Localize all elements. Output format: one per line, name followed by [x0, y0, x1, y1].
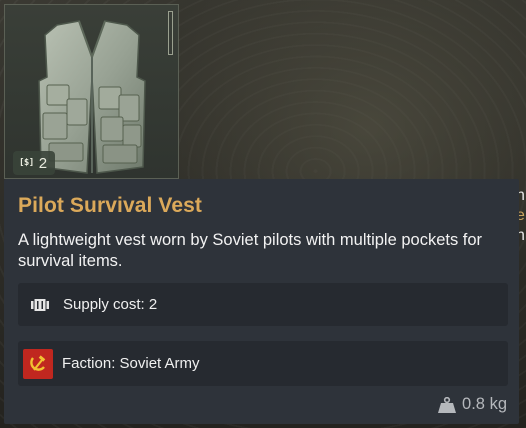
weight-indicator: 0.8 kg [438, 395, 507, 414]
slot-scrollbar[interactable] [168, 11, 173, 55]
slot-cost-value: 2 [38, 154, 48, 172]
supply-crate-icon [31, 298, 49, 311]
weight-icon [438, 396, 457, 413]
item-description: A lightweight vest worn by Soviet pilots… [18, 231, 483, 270]
weight-value: 0.8 kg [462, 395, 507, 413]
supply-crate-icon: [$] [19, 158, 34, 168]
supply-cost-row: Supply cost: 2 [18, 283, 508, 326]
faction-row: Faction: Soviet Army [18, 341, 508, 386]
item-slot[interactable]: [$] 2 [4, 4, 179, 179]
supply-cost-label: Supply cost: 2 [63, 296, 158, 313]
faction-label: Faction: Soviet Army [62, 355, 200, 372]
hammer-sickle-flag-icon [23, 348, 53, 379]
item-tooltip: Pilot Survival Vest A lightweight vest w… [4, 179, 519, 424]
item-title: Pilot Survival Vest [18, 194, 202, 217]
slot-cost-badge: [$] 2 [13, 151, 56, 175]
